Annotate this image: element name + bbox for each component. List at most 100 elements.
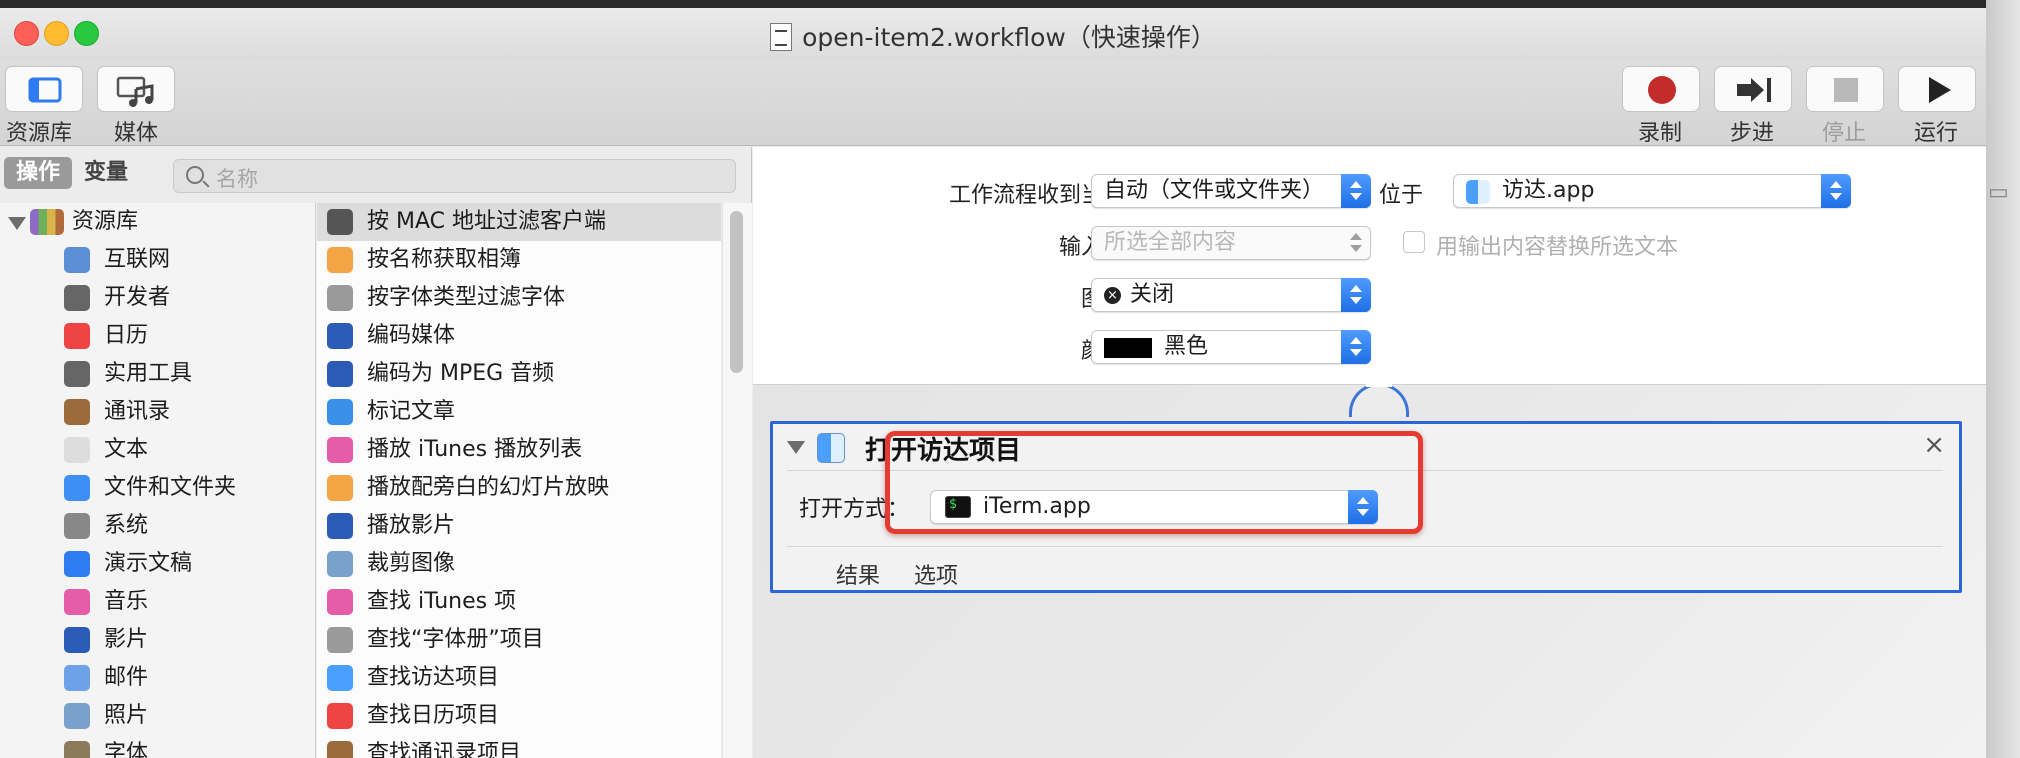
- receives-popup[interactable]: 自动（文件或文件夹）: [1091, 174, 1371, 208]
- image-value: 关闭: [1130, 282, 1175, 307]
- action-label: 裁剪图像: [367, 551, 456, 576]
- category-label: 互联网: [104, 247, 171, 272]
- color-popup[interactable]: 黑色: [1091, 330, 1371, 364]
- category-item[interactable]: 影片: [0, 621, 315, 659]
- action-item[interactable]: 查找 iTunes 项: [317, 583, 721, 621]
- library-toggle-button[interactable]: [5, 66, 83, 112]
- tab-options[interactable]: 选项: [914, 558, 958, 590]
- action-item[interactable]: 查找日历项目: [317, 697, 721, 735]
- action-label: 编码媒体: [367, 323, 456, 348]
- finder-icon: [1466, 180, 1490, 204]
- background-window-edge: ▭: [1986, 0, 2020, 758]
- category-root[interactable]: 资源库: [0, 203, 315, 241]
- disclosure-triangle-icon[interactable]: [787, 441, 805, 454]
- stop-button[interactable]: [1806, 66, 1884, 112]
- popup-arrows-icon: [1341, 330, 1371, 364]
- tab-results[interactable]: 结果: [836, 558, 880, 590]
- input-value: 所选全部内容: [1104, 230, 1237, 255]
- toolbar: 资源库 媒体 录制 步进 停止 运行: [0, 60, 1986, 146]
- category-item[interactable]: 实用工具: [0, 355, 315, 393]
- photos-icon: [327, 475, 353, 501]
- window-title: open-item2.workflow（快速操作）: [0, 18, 1986, 54]
- step-icon: [1737, 78, 1771, 102]
- finder-icon: [327, 665, 353, 691]
- in-label: 位于: [1379, 183, 1424, 208]
- quicktime-icon: [327, 361, 353, 387]
- category-item[interactable]: 文本: [0, 431, 315, 469]
- action-label: 查找日历项目: [367, 703, 500, 728]
- action-item[interactable]: 播放 iTunes 播放列表: [317, 431, 721, 469]
- connector-cap: [1366, 373, 1392, 387]
- category-label: 字体: [104, 741, 149, 758]
- category-item[interactable]: 互联网: [0, 241, 315, 279]
- action-item[interactable]: 播放配旁白的幻灯片放映: [317, 469, 721, 507]
- action-item[interactable]: 查找访达项目: [317, 659, 721, 697]
- action-item[interactable]: 按名称获取相簿: [317, 241, 721, 279]
- popup-arrows-icon: [1341, 226, 1371, 260]
- action-item[interactable]: 编码媒体: [317, 317, 721, 355]
- category-item[interactable]: 音乐: [0, 583, 315, 621]
- screen-menubar-edge: [0, 0, 2020, 8]
- tab-variables[interactable]: 变量: [72, 157, 140, 189]
- media-icon: [116, 76, 154, 107]
- action-item[interactable]: 按字体类型过滤字体: [317, 279, 721, 317]
- category-label: 系统: [104, 513, 149, 538]
- step-label: 步进: [1729, 121, 1774, 146]
- close-circle-icon: ×: [1104, 287, 1121, 304]
- workflow-connector: [1349, 383, 1409, 417]
- action-item[interactable]: 裁剪图像: [317, 545, 721, 583]
- category-label: 照片: [104, 703, 149, 728]
- category-item[interactable]: 系统: [0, 507, 315, 545]
- media-button[interactable]: [97, 66, 175, 112]
- scrollbar-thumb[interactable]: [730, 211, 743, 373]
- color-swatch: [1104, 338, 1152, 358]
- category-label: 文本: [104, 437, 149, 462]
- fonts-icon: [64, 741, 90, 758]
- step-button[interactable]: [1714, 66, 1792, 112]
- photos-icon: [64, 703, 90, 729]
- category-item[interactable]: 照片: [0, 697, 315, 735]
- action-label: 查找通讯录项目: [367, 741, 522, 758]
- search-placeholder: 名称: [216, 167, 258, 191]
- action-item[interactable]: 播放影片: [317, 507, 721, 545]
- category-item[interactable]: 通讯录: [0, 393, 315, 431]
- utilities-icon: [64, 361, 90, 387]
- search-icon: [186, 166, 204, 184]
- workflow-document-icon: [770, 23, 793, 51]
- action-item[interactable]: 标记文章: [317, 393, 721, 431]
- action-list: 按 MAC 地址过滤客户端 按名称获取相簿按字体类型过滤字体 编码媒体编码为 MPE…: [317, 203, 721, 758]
- category-item[interactable]: 文件和文件夹: [0, 469, 315, 507]
- photos-icon: [327, 247, 353, 273]
- action-item[interactable]: 查找“字体册”项目: [317, 621, 721, 659]
- action-label: 查找“字体册”项目: [367, 627, 544, 652]
- category-label: 影片: [104, 627, 149, 652]
- record-button[interactable]: [1622, 66, 1700, 112]
- action-item[interactable]: 查找通讯录项目: [317, 735, 721, 758]
- action-item[interactable]: 编码为 MPEG 音频: [317, 355, 721, 393]
- library-search-field[interactable]: 名称: [173, 159, 736, 193]
- category-item[interactable]: 开发者: [0, 279, 315, 317]
- tab-actions[interactable]: 操作: [4, 157, 73, 189]
- category-item[interactable]: 邮件: [0, 659, 315, 697]
- music-icon: [64, 589, 90, 615]
- category-item[interactable]: 演示文稿: [0, 545, 315, 583]
- presentation-icon: [64, 551, 90, 577]
- application-popup[interactable]: 访达.app: [1453, 174, 1851, 208]
- disclosure-triangle-icon[interactable]: [8, 217, 26, 230]
- input-popup[interactable]: 所选全部内容: [1091, 226, 1371, 260]
- calendar-icon: [64, 323, 90, 349]
- calendar-icon: [327, 703, 353, 729]
- category-item[interactable]: 字体: [0, 735, 315, 758]
- action-label: 查找 iTunes 项: [367, 589, 517, 614]
- image-popup[interactable]: × 关闭: [1091, 278, 1371, 312]
- category-label: 资源库: [72, 209, 139, 234]
- itunes-icon: [327, 437, 353, 463]
- library-label: 资源库: [5, 121, 72, 146]
- run-button[interactable]: [1898, 66, 1976, 112]
- remove-action-button[interactable]: ×: [1923, 430, 1945, 460]
- popup-arrows-icon: [1341, 278, 1371, 312]
- replace-output-checkbox[interactable]: [1403, 231, 1425, 253]
- action-label: 按字体类型过滤字体: [367, 285, 566, 310]
- action-item[interactable]: 按 MAC 地址过滤客户端: [317, 203, 721, 241]
- category-item[interactable]: 日历: [0, 317, 315, 355]
